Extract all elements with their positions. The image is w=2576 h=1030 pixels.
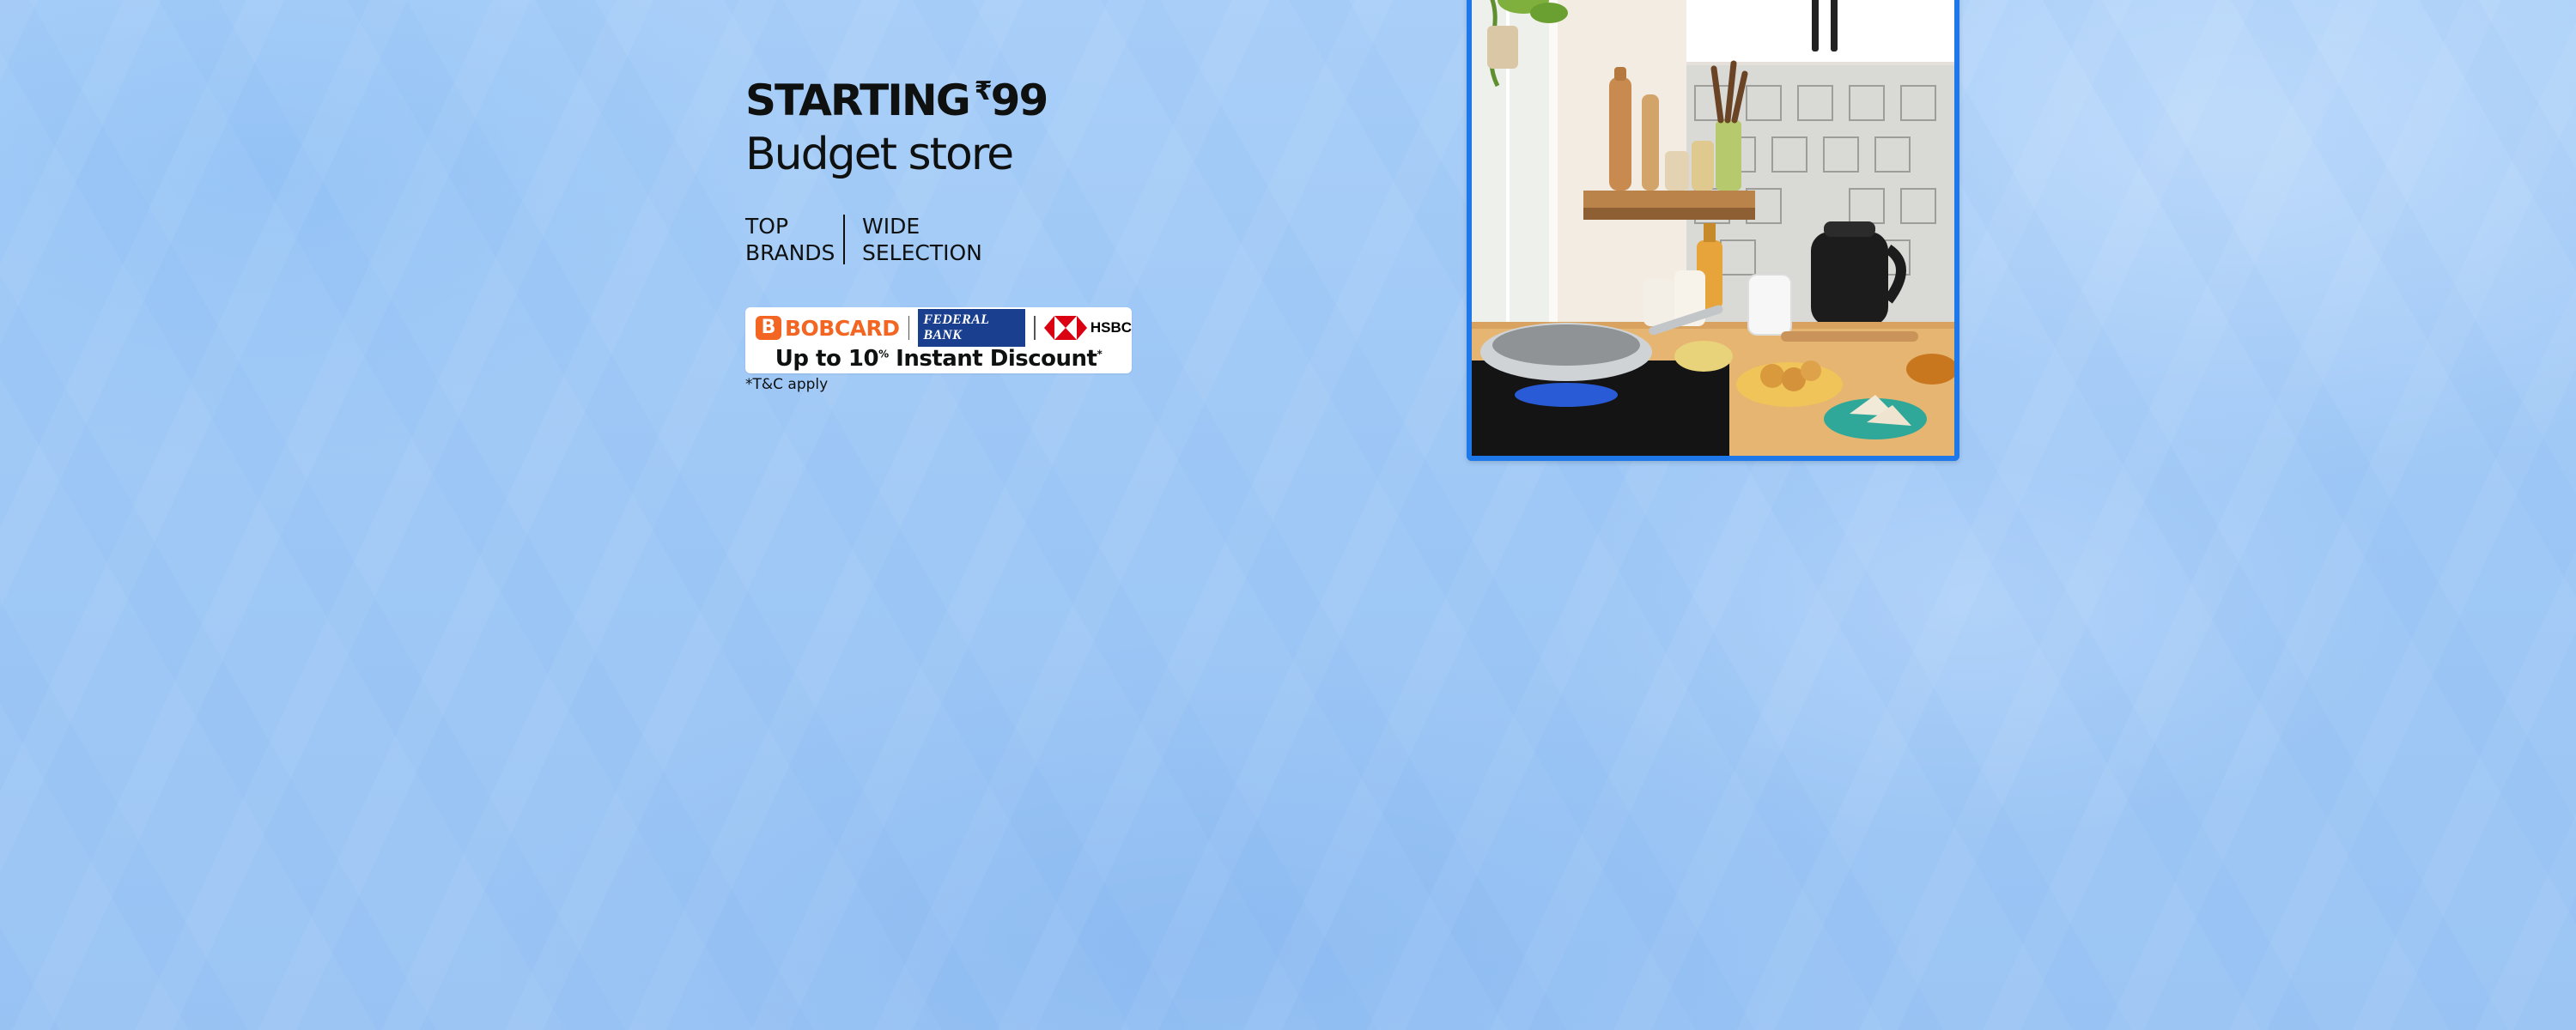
rupee-symbol: ₹ bbox=[974, 76, 993, 106]
kitchen-scene-image[interactable] bbox=[1467, 0, 1959, 461]
logo-separator bbox=[1034, 316, 1036, 340]
discount-label: Instant Discount bbox=[888, 346, 1097, 372]
bobcard-label: BOBCARD bbox=[785, 315, 900, 341]
discount-unit: % bbox=[878, 348, 889, 360]
feature-wide-selection: WIDE SELECTION bbox=[862, 213, 999, 266]
bobcard-icon: B bbox=[756, 316, 781, 340]
feature-line: BRANDS bbox=[745, 240, 835, 265]
promo-banner[interactable]: STARTING ₹99 Budget store TOP BRANDS WIDE… bbox=[745, 67, 1226, 393]
discount-asterisk: * bbox=[1097, 348, 1103, 360]
bobcard-logo: B BOBCARD bbox=[756, 316, 900, 341]
logo-separator bbox=[908, 316, 910, 340]
discount-text: Up to 10% Instant Discount* bbox=[745, 346, 1132, 372]
background-texture bbox=[0, 0, 2576, 1030]
feature-divider bbox=[843, 215, 845, 264]
price: 99 bbox=[990, 76, 1049, 125]
federal-bank-logo: FEDERAL BANK bbox=[918, 309, 1026, 347]
headline: STARTING ₹99 bbox=[745, 67, 1226, 125]
hsbc-label: HSBC bbox=[1090, 319, 1132, 336]
feature-line: SELECTION bbox=[862, 240, 982, 265]
headline-label: STARTING bbox=[745, 76, 971, 125]
discount-amount: Up to 10 bbox=[775, 346, 879, 372]
feature-list: TOP BRANDS WIDE SELECTION bbox=[745, 213, 1226, 266]
feature-line: TOP bbox=[745, 214, 789, 239]
kitchen-scene-illustration bbox=[1472, 0, 1954, 456]
hsbc-hexagon-icon bbox=[1043, 316, 1087, 340]
bank-logos: B BOBCARD FEDERAL BANK HSBC bbox=[745, 309, 1132, 347]
bank-offer-card[interactable]: B BOBCARD FEDERAL BANK HSBC Up to 10% In… bbox=[745, 307, 1132, 373]
store-title: Budget store bbox=[745, 129, 1014, 180]
terms-note: *T&C apply bbox=[745, 376, 829, 393]
feature-top-brands: TOP BRANDS bbox=[745, 213, 843, 266]
hsbc-logo: HSBC bbox=[1043, 316, 1132, 340]
feature-line: WIDE bbox=[862, 214, 920, 239]
